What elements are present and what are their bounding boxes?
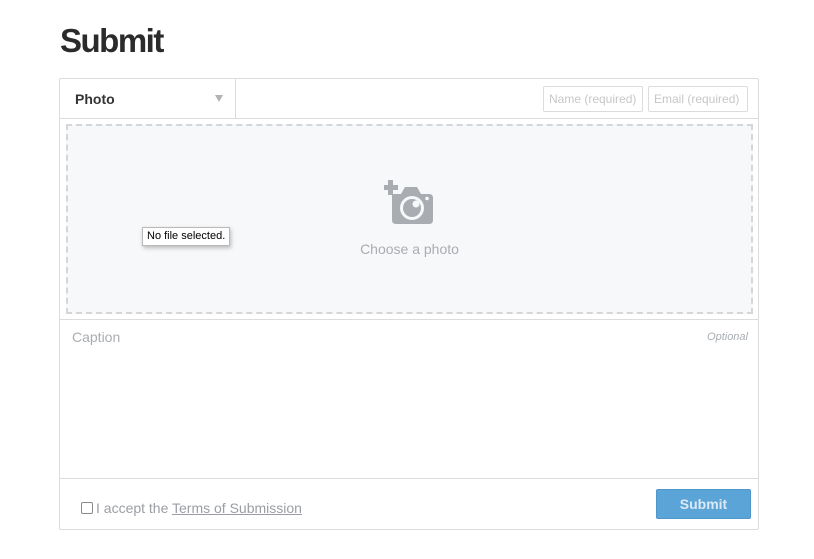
chevron-down-icon [215,95,223,102]
page-title: Submit [60,22,164,59]
submit-button[interactable]: Submit [656,489,751,519]
caption-section: Optional [60,319,758,479]
accept-terms-prefix: I accept the [96,500,173,516]
camera-plus-icon [384,180,433,224]
optional-label: Optional [707,331,748,343]
accept-terms-label: I accept the Terms of Submission [96,500,302,516]
form-header-bar: Photo [60,79,758,119]
post-type-dropdown[interactable]: Photo [60,79,236,118]
post-type-selected: Photo [75,91,115,107]
submission-form: Photo Choose a photo Optional I accept t… [59,78,759,530]
name-field[interactable] [543,86,643,112]
caption-input[interactable] [60,320,758,478]
photo-dropzone[interactable]: Choose a photo [66,124,753,314]
accept-terms-checkbox[interactable] [81,502,93,514]
no-file-tooltip: No file selected. [142,227,231,246]
form-footer: I accept the Terms of Submission Submit [60,479,758,529]
terms-of-submission-link[interactable]: Terms of Submission [172,500,302,516]
email-field[interactable] [648,86,748,112]
